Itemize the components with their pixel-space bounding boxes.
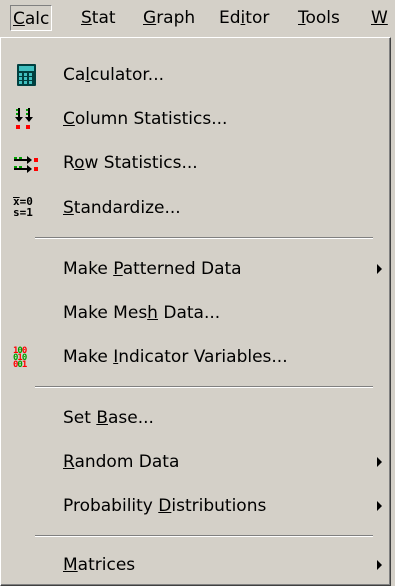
menu-separator [35, 386, 373, 388]
menu-item-label: Make Mesh Data... [63, 296, 220, 330]
menu-bar: Calc Stat Graph Editor Tools W [0, 0, 395, 37]
menu-item-column-statistics[interactable]: Column Statistics... [5, 102, 386, 136]
menu-item-row-statistics[interactable]: Row Statistics... [5, 146, 386, 180]
menu-graph-mnemonic: G [143, 8, 157, 28]
menu-item-mnemonic: M [63, 555, 78, 575]
menu-item-label-pre: Ca [63, 65, 86, 85]
menu-item-label-pre: Make Mes [63, 303, 148, 323]
menu-item-label-rest: olumn Statistics... [74, 109, 228, 129]
menu-item-set-base[interactable]: Set Base... [5, 401, 386, 435]
menu-calc-mnemonic: C [13, 9, 25, 29]
menu-item-calculator[interactable]: Calculator... [5, 58, 386, 92]
menu-item-matrices[interactable]: Matrices [5, 548, 386, 582]
menu-item-make-mesh-data[interactable]: Make Mesh Data... [5, 296, 386, 330]
menu-item-label-pre: Set [63, 408, 97, 428]
menu-editor[interactable]: Editor [217, 5, 271, 31]
row-statistics-icon [13, 151, 39, 175]
menu-item-mnemonic: R [63, 452, 75, 472]
menu-graph-label: raph [156, 8, 196, 28]
menu-item-label: Make Indicator Variables... [63, 340, 288, 374]
menu-item-label-pre: R [63, 153, 75, 173]
menu-item-label-pre: Probability [63, 496, 159, 516]
menu-stat-label: tat [91, 8, 116, 28]
menu-item-random-data[interactable]: Random Data [5, 445, 386, 479]
indicator-icon-row: 001 [13, 360, 27, 370]
menu-item-mnemonic: o [74, 153, 85, 173]
calc-dropdown-menu: Calculator... Column Statistics... Row S… [0, 37, 391, 586]
menu-item-label: Random Data [63, 445, 179, 479]
menu-calc-label: alc [24, 9, 50, 29]
column-statistics-icon [13, 107, 39, 131]
menu-item-standardize[interactable]: x̅=0 s=1 Standardize... [5, 191, 386, 225]
menu-separator [35, 535, 373, 537]
submenu-arrow-icon [377, 501, 382, 511]
menu-window-mnemonic: W [371, 8, 388, 28]
menu-graph[interactable]: Graph [141, 5, 197, 31]
menu-item-label-rest: Data... [157, 303, 221, 323]
menu-item-mnemonic: D [158, 496, 172, 516]
menu-item-mnemonic: P [113, 259, 123, 279]
menu-item-label: Column Statistics... [63, 102, 227, 136]
menu-tools-mnemonic: T [298, 8, 306, 28]
menu-item-make-patterned-data[interactable]: Make Patterned Data [5, 252, 386, 286]
menu-item-label: Set Base... [63, 401, 154, 435]
menu-item-label-rest: tandardize... [73, 198, 181, 218]
submenu-arrow-icon [377, 457, 382, 467]
menu-item-label-rest: culator... [90, 65, 164, 85]
menu-stat-mnemonic: S [81, 8, 92, 28]
menu-window[interactable]: W [369, 5, 390, 31]
standardize-icon: x̅=0 s=1 [13, 196, 39, 220]
menu-item-label-rest: w Statistics... [84, 153, 198, 173]
menu-item-label-rest: istributions [171, 496, 267, 516]
menu-item-label: Row Statistics... [63, 146, 198, 180]
menu-item-mnemonic: B [96, 408, 108, 428]
menu-editor-label: tor [245, 8, 270, 28]
calculator-icon [13, 63, 39, 87]
menu-calc[interactable]: Calc [10, 5, 53, 31]
submenu-arrow-icon [377, 560, 382, 570]
menu-item-label: Calculator... [63, 58, 164, 92]
submenu-arrow-icon [377, 264, 382, 274]
menu-item-mnemonic: S [63, 198, 74, 218]
menu-item-make-indicator-variables[interactable]: 100 010 001 Make Indicator Variables... [5, 340, 386, 374]
menu-item-label: Probability Distributions [63, 489, 266, 523]
menu-item-label-rest: atterned Data [122, 259, 242, 279]
menu-stat[interactable]: Stat [79, 5, 118, 31]
menu-item-label-pre: Make [63, 259, 114, 279]
menu-item-label: Matrices [63, 548, 135, 582]
menu-editor-label-pre: Ed [219, 8, 241, 28]
menu-item-mnemonic: h [147, 303, 158, 323]
menu-tools[interactable]: Tools [296, 5, 342, 31]
menu-separator [35, 237, 373, 239]
menu-item-label: Standardize... [63, 191, 181, 225]
menu-item-probability-distributions[interactable]: Probability Distributions [5, 489, 386, 523]
menu-item-label-rest: atrices [77, 555, 136, 575]
indicator-variables-icon: 100 010 001 [13, 347, 39, 372]
menu-item-label-rest: andom Data [74, 452, 180, 472]
menu-item-label-rest: ase... [108, 408, 154, 428]
menu-item-label: Make Patterned Data [63, 252, 242, 286]
menu-item-label-rest: ndicator Variables... [118, 347, 288, 367]
menu-item-mnemonic: C [63, 109, 75, 129]
menu-item-label-pre: Make [63, 347, 114, 367]
menu-tools-label: ools [305, 8, 340, 28]
standardize-icon-sd: s=1 [13, 206, 33, 219]
